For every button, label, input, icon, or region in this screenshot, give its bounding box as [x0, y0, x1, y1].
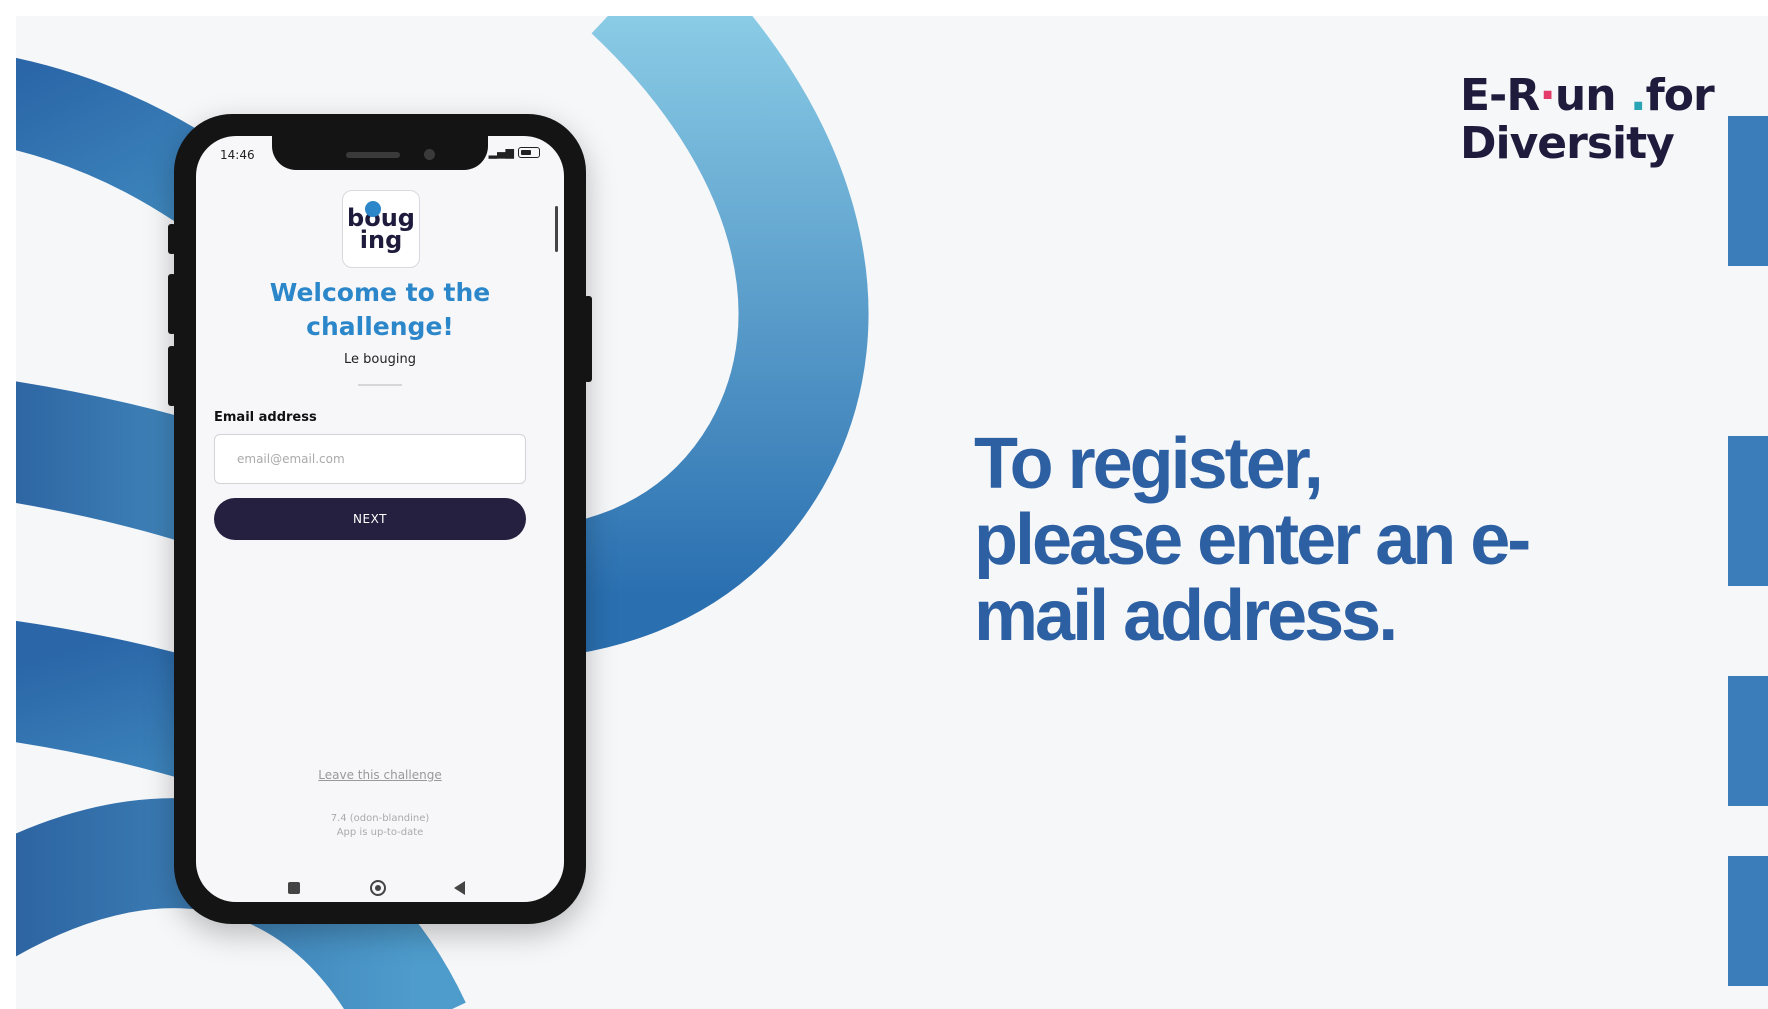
logo-badge-icon	[365, 201, 381, 217]
brand-logo: E-R·un .for Diversity	[1460, 70, 1715, 169]
app-logo: boug ing	[342, 190, 420, 268]
version-info: 7.4 (odon-blandine) App is up-to-date	[330, 813, 430, 838]
scrollbar[interactable]	[555, 206, 558, 252]
next-button[interactable]: NEXT	[214, 498, 526, 540]
status-time: 14:46	[220, 148, 255, 162]
speaker-grille	[346, 152, 400, 158]
signal-icon: ▂▄▆	[488, 146, 514, 159]
recent-apps-icon[interactable]	[288, 882, 300, 894]
leave-challenge-link[interactable]: Leave this challenge	[196, 768, 564, 782]
phone-power-button	[584, 296, 592, 382]
ribbon-right-edge-2	[1728, 436, 1768, 586]
challenge-name: Le bouging	[344, 352, 416, 367]
phone-volume-down	[168, 346, 176, 406]
battery-icon	[518, 147, 540, 158]
presentation-slide: E-R·un .for Diversity To register, pleas…	[16, 16, 1768, 1009]
phone-screen: 14:46 ▂▄▆ boug ing Welcome to the challe…	[196, 136, 564, 902]
status-icons: ▂▄▆	[489, 146, 540, 159]
front-camera	[424, 149, 435, 160]
divider	[358, 384, 402, 386]
android-nav-bar	[196, 874, 564, 902]
slide-headline: To register, please enter an e-mail addr…	[974, 424, 1531, 656]
phone-notch	[272, 136, 488, 170]
ribbon-right-edge-3	[1728, 676, 1768, 806]
email-label: Email address	[214, 410, 317, 425]
email-input[interactable]	[214, 434, 526, 484]
phone-volume-up	[168, 274, 176, 334]
ribbon-right-edge-4	[1728, 856, 1768, 986]
back-icon[interactable]	[454, 881, 465, 895]
home-icon[interactable]	[370, 880, 386, 896]
phone-mockup: 14:46 ▂▄▆ boug ing Welcome to the challe…	[168, 114, 592, 924]
ribbon-right-edge-1	[1728, 116, 1768, 266]
welcome-title: Welcome to the challenge!	[269, 278, 491, 341]
brand-line2: Diversity	[1460, 118, 1675, 169]
phone-side-button	[168, 224, 176, 254]
